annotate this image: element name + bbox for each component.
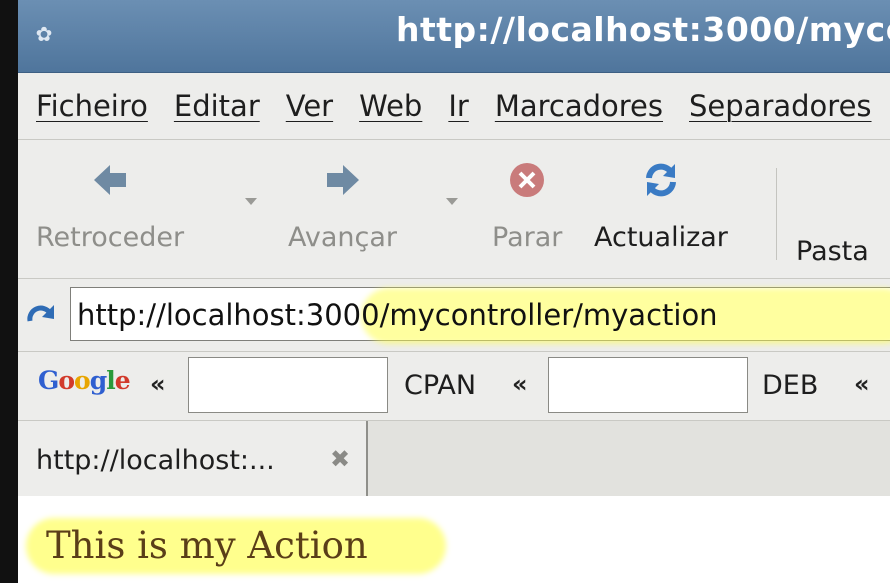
page-content: This is my Action bbox=[18, 496, 890, 583]
window-menu-icon[interactable]: ✿ bbox=[32, 22, 56, 46]
forward-label: Avançar bbox=[288, 222, 398, 253]
location-toolbar: http://localhost:3000/mycontroller/myact… bbox=[18, 279, 890, 352]
stop-icon bbox=[510, 163, 545, 197]
menu-edit[interactable]: Editar bbox=[174, 89, 260, 123]
back-label: Retroceder bbox=[36, 222, 185, 253]
page-heading: This is my Action bbox=[46, 524, 368, 567]
menu-file[interactable]: Ficheiro bbox=[36, 89, 148, 123]
tab-localhost[interactable]: http://localhost:... ✖ bbox=[18, 421, 368, 497]
stop-button[interactable]: Parar bbox=[492, 160, 562, 253]
menu-web[interactable]: Web bbox=[359, 89, 422, 123]
window-title: http://localhost:3000/mycontroller/myact… bbox=[396, 10, 890, 49]
forward-dropdown-icon[interactable] bbox=[446, 198, 458, 205]
search-chevron-2[interactable]: « bbox=[512, 370, 528, 398]
google-search-input[interactable] bbox=[188, 357, 388, 413]
deb-label: DEB bbox=[762, 370, 819, 401]
tab-bar: http://localhost:... ✖ bbox=[18, 421, 890, 498]
stop-label: Parar bbox=[492, 222, 563, 253]
title-bar: ✿ http://localhost:3000/mycontroller/mya… bbox=[18, 0, 890, 73]
search-chevron-3[interactable]: « bbox=[854, 370, 870, 398]
reload-button[interactable]: Actualizar bbox=[594, 160, 728, 253]
google-logo: Google bbox=[38, 366, 131, 395]
menu-tabs[interactable]: Separadores bbox=[689, 89, 872, 123]
forward-arrow-icon bbox=[326, 165, 359, 195]
menu-bookmarks[interactable]: Marcadores bbox=[495, 89, 663, 123]
cpan-search-input[interactable] bbox=[548, 357, 748, 413]
menu-view[interactable]: Ver bbox=[286, 89, 333, 123]
tab-label: http://localhost:... bbox=[36, 445, 275, 476]
search-toolbar: Google « CPAN « DEB « bbox=[18, 352, 890, 421]
navigation-toolbar: Retroceder Avançar Parar Actualizar Past… bbox=[18, 140, 890, 279]
browser-window: ✿ http://localhost:3000/mycontroller/mya… bbox=[18, 0, 890, 583]
reload-label: Actualizar bbox=[594, 222, 728, 253]
home-button[interactable]: Pasta bbox=[796, 236, 869, 267]
toolbar-separator bbox=[776, 168, 777, 260]
reload-icon bbox=[645, 163, 676, 197]
back-arrow-icon bbox=[94, 165, 127, 195]
go-arrow-icon[interactable] bbox=[24, 299, 58, 333]
search-chevron-1[interactable]: « bbox=[150, 370, 166, 398]
home-label: Pasta bbox=[796, 236, 869, 267]
address-text: http://localhost:3000/mycontroller/myact… bbox=[77, 298, 718, 332]
cpan-label: CPAN bbox=[404, 370, 477, 401]
back-dropdown-icon[interactable] bbox=[245, 198, 257, 205]
address-input[interactable]: http://localhost:3000/mycontroller/myact… bbox=[70, 287, 890, 344]
menu-bar: Ficheiro Editar Ver Web Ir Marcadores Se… bbox=[18, 73, 890, 140]
tab-close-icon[interactable]: ✖ bbox=[330, 445, 350, 473]
forward-button[interactable]: Avançar bbox=[288, 160, 397, 253]
menu-go[interactable]: Ir bbox=[448, 89, 468, 123]
back-button[interactable]: Retroceder bbox=[36, 160, 184, 253]
